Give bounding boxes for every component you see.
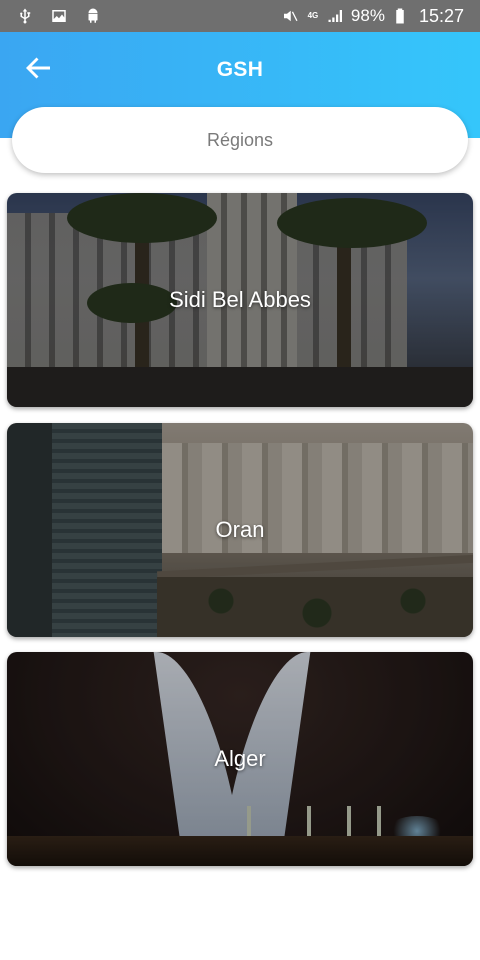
- regions-selector[interactable]: Régions: [12, 107, 468, 173]
- region-name: Oran: [215, 517, 265, 542]
- status-left-icons: [16, 7, 102, 25]
- lte-icon: 4G: [307, 11, 319, 20]
- clock: 15:27: [418, 5, 464, 26]
- region-card-oran[interactable]: Oran: [7, 423, 473, 637]
- status-right-icons: 4G 98% 15:27: [281, 6, 464, 27]
- android-icon: [84, 7, 102, 25]
- region-name: Alger: [214, 746, 266, 771]
- region-card-sidi-bel-abbes[interactable]: Sidi Bel Abbes: [7, 193, 473, 407]
- status-bar: 4G 98% 15:27: [0, 0, 480, 32]
- page-title: GSH: [216, 58, 264, 81]
- regions-selector-label: Régions: [206, 129, 274, 150]
- battery-icon: [391, 7, 409, 25]
- region-name: Sidi Bel Abbes: [169, 287, 311, 312]
- battery-percent: 98%: [350, 6, 385, 25]
- image-icon: [50, 7, 68, 25]
- signal-icon: [327, 7, 345, 25]
- region-card-alger[interactable]: Alger: [7, 652, 473, 866]
- usb-icon: [16, 7, 34, 25]
- mute-icon: [281, 7, 299, 25]
